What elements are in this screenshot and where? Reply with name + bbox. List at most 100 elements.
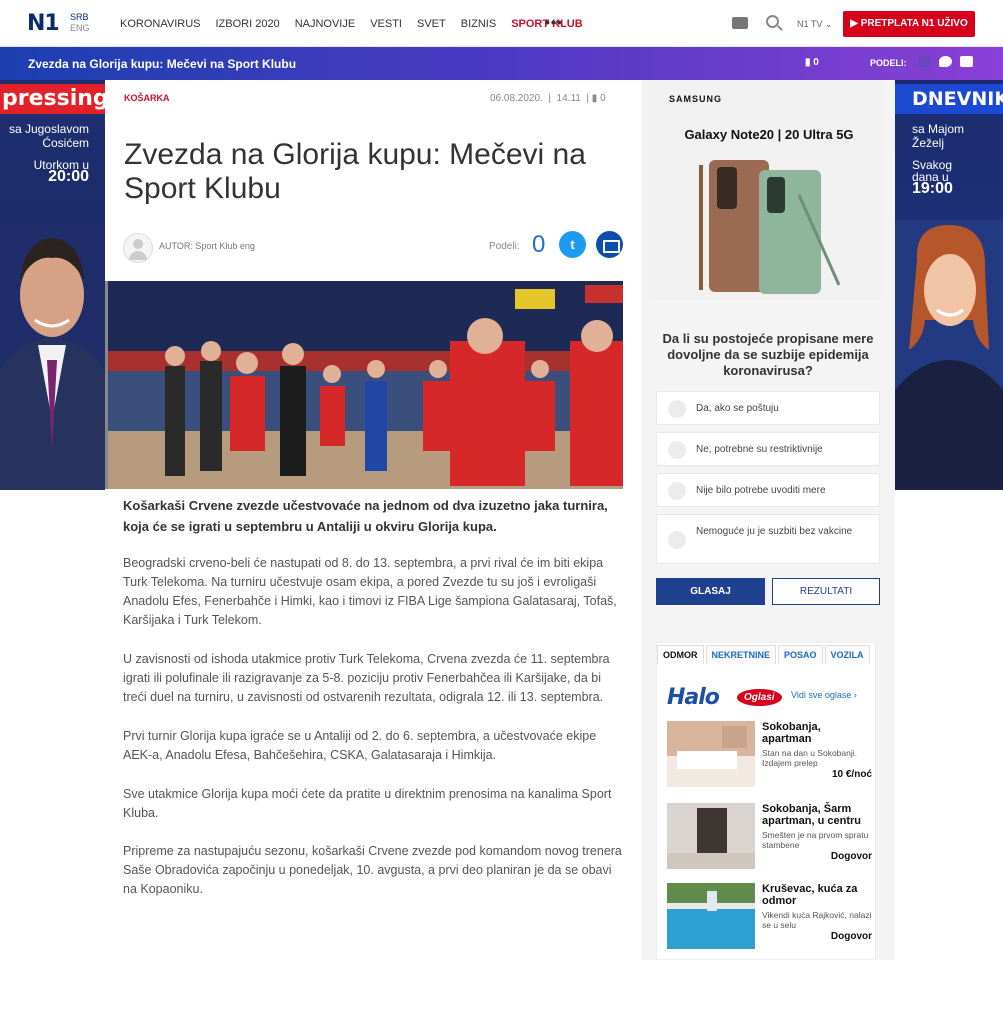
twitter-icon[interactable] bbox=[939, 56, 952, 67]
samsung-product-name: Galaxy Note20 | 20 Ultra 5G bbox=[684, 127, 854, 142]
article-paragraph: Pripreme za nastupajuću sezonu, košarkaš… bbox=[123, 844, 622, 896]
article-category[interactable]: KOŠARKA bbox=[124, 93, 170, 103]
nav-item-koronavirus[interactable]: KORONAVIRUS bbox=[120, 18, 200, 30]
ad-right-host-line2: Žeželj bbox=[912, 136, 945, 150]
classified-thumbnail bbox=[667, 883, 755, 949]
radio-button[interactable] bbox=[668, 400, 686, 418]
n1-tv-dropdown[interactable]: N1 TV ⌄ bbox=[797, 19, 832, 30]
classified-item[interactable]: Sokobanja, apartman Stan na dan u Sokoba… bbox=[667, 721, 872, 793]
dnevnik-logo: DNEVNIK bbox=[895, 84, 1003, 114]
see-all-ads-link[interactable]: Vidi sve oglase › bbox=[791, 690, 857, 700]
lang-active: SRB bbox=[70, 12, 89, 22]
poll-option-label: Ne, potrebne su restriktivnije bbox=[696, 444, 823, 455]
nav-item-biznis[interactable]: BIZNIS bbox=[461, 18, 496, 30]
pressing-logo: pressing bbox=[0, 84, 105, 114]
classified-thumbnail bbox=[667, 803, 755, 869]
ad-left-host-line1: sa Jugoslavom bbox=[8, 122, 89, 136]
classified-item[interactable]: Kruševac, kuća za odmor Vikendi kuća Raj… bbox=[667, 883, 872, 955]
sticky-title-bar: Zvezda na Glorija kupu: Mečevi na Sport … bbox=[0, 47, 1003, 80]
classified-price: 10 €/noć bbox=[831, 769, 872, 780]
samsung-logo: SAMSUNG bbox=[669, 94, 723, 104]
left-side-ad-pressing[interactable]: pressing sa Jugoslavom Ćosićem Utorkom u… bbox=[0, 80, 105, 490]
n1-logo[interactable]: N1 bbox=[27, 11, 60, 36]
phone-image bbox=[699, 160, 841, 294]
article-author[interactable]: AUTOR: Sport Klub eng bbox=[159, 241, 255, 251]
twitter-share-button[interactable]: t bbox=[559, 231, 586, 258]
main-menu: KORONAVIRUS IZBORI 2020 NAJNOVIJE VESTI … bbox=[120, 18, 598, 30]
presenter-image-left bbox=[0, 220, 105, 490]
poll-question: Da li su postojeće propisane mere dovolj… bbox=[662, 331, 874, 378]
article: KOŠARKA 06.08.2020. | 14.11 | ▮ 0 Zvezda… bbox=[105, 80, 641, 960]
comment-icon: ▮ bbox=[591, 93, 598, 104]
poll-option[interactable]: Nemoguće ju je suzbiti bez vakcine bbox=[656, 514, 880, 564]
poll-option-label: Da, ako se poštuju bbox=[696, 403, 779, 414]
article-date: 06.08.2020. bbox=[490, 93, 543, 104]
presenter-image-right bbox=[895, 220, 1003, 490]
article-photo[interactable] bbox=[105, 281, 623, 489]
results-button[interactable]: REZULTATI bbox=[772, 578, 880, 605]
oglasi-badge: Oglasi bbox=[737, 689, 782, 706]
ad-right-time: 19:00 bbox=[912, 180, 953, 197]
tab-vozila[interactable]: VOZILA bbox=[824, 645, 870, 664]
classifieds-tabs: ODMOR NEKRETNINE POSAO VOZILA bbox=[657, 645, 872, 664]
samsung-ad[interactable]: SAMSUNG Galaxy Note20 | 20 Ultra 5G bbox=[649, 80, 881, 300]
ad-left-host-line2: Ćosićem bbox=[42, 136, 89, 150]
right-sidebar: SAMSUNG Galaxy Note20 | 20 Ultra 5G Da l… bbox=[641, 80, 895, 960]
tab-posao[interactable]: POSAO bbox=[778, 645, 823, 664]
nav-item-svet[interactable]: SVET bbox=[417, 18, 446, 30]
comments-count[interactable]: ▮ 0 bbox=[805, 57, 819, 68]
radio-button[interactable] bbox=[668, 482, 686, 500]
ad-right-host-line1: sa Majom bbox=[912, 122, 965, 136]
article-paragraph: Sve utakmice Glorija kupa moći ćete da p… bbox=[123, 787, 612, 820]
classified-item[interactable]: Sokobanja, Šarm apartman, u centru Smešt… bbox=[667, 803, 872, 875]
search-icon[interactable] bbox=[766, 15, 779, 28]
tab-odmor[interactable]: ODMOR bbox=[657, 645, 704, 664]
vote-button[interactable]: GLASAJ bbox=[656, 578, 765, 605]
tab-nekretnine[interactable]: NEKRETNINE bbox=[705, 645, 777, 664]
classified-price: Dogovor bbox=[830, 931, 872, 942]
mail-share-button[interactable] bbox=[596, 231, 623, 258]
nav-item-izbori[interactable]: IZBORI 2020 bbox=[215, 18, 279, 30]
article-comments[interactable]: 0 bbox=[600, 93, 606, 104]
sticky-article-title: Zvezda na Glorija kupu: Mečevi na Sport … bbox=[28, 57, 297, 71]
video-camera-icon[interactable] bbox=[732, 17, 748, 29]
radio-button[interactable] bbox=[668, 531, 686, 549]
poll-option[interactable]: Ne, potrebne su restriktivnije bbox=[656, 432, 880, 466]
article-paragraph: Prvi turnir Glorija kupa igraće se u Ant… bbox=[123, 729, 597, 762]
share-icons bbox=[918, 56, 973, 67]
nav-item-najnovije[interactable]: NAJNOVIJE bbox=[295, 18, 356, 30]
article-paragraph: Beogradski crveno-beli će nastupati od 8… bbox=[123, 556, 617, 627]
nav-item-vesti[interactable]: VESTI bbox=[370, 18, 402, 30]
article-meta: 06.08.2020. | 14.11 | ▮ 0 bbox=[490, 93, 606, 104]
classified-description: Vikendi kuća Rajković, nalazi se u selu bbox=[762, 910, 872, 930]
radio-button[interactable] bbox=[668, 441, 686, 459]
classified-title: Sokobanja, Šarm apartman, u centru bbox=[762, 803, 862, 827]
n1-tv-label: N1 TV bbox=[797, 19, 823, 29]
article-time: 14.11 bbox=[556, 93, 581, 104]
subscribe-live-button[interactable]: ▶ PRETPLATA N1 UŽIVO bbox=[843, 11, 975, 37]
share-label: Podeli: bbox=[489, 241, 520, 252]
poll-option-label: Nije bilo potrebe uvoditi mere bbox=[696, 485, 826, 496]
halo-oglasi-logo[interactable]: Halo bbox=[667, 685, 720, 710]
poll-option[interactable]: Nije bilo potrebe uvoditi mere bbox=[656, 473, 880, 507]
share-label: PODELI: bbox=[870, 58, 907, 68]
poll-option-label: Nemoguće ju je suzbiti bez vakcine bbox=[696, 526, 853, 537]
classified-description: Smešten je na prvom spratu stambene bbox=[762, 830, 869, 850]
classified-price: Dogovor bbox=[830, 851, 872, 862]
ad-left-time: 20:00 bbox=[48, 168, 89, 185]
mail-icon[interactable] bbox=[960, 56, 973, 67]
classified-thumbnail bbox=[667, 721, 755, 787]
share-count: 0 bbox=[532, 231, 546, 258]
lang-other[interactable]: ENG bbox=[70, 23, 90, 34]
comments-count-value: 0 bbox=[813, 57, 819, 68]
poll-option[interactable]: Da, ako se poštuju bbox=[656, 391, 880, 425]
top-navigation: N1 SRB ENG KORONAVIRUS IZBORI 2020 NAJNO… bbox=[0, 0, 1003, 47]
classified-title: Kruševac, kuća za odmor bbox=[762, 883, 858, 907]
article-lead: Košarkaši Crvene zvezde učestvovaće na j… bbox=[123, 498, 608, 534]
classifieds-widget: ODMOR NEKRETNINE POSAO VOZILA Halo Oglas… bbox=[656, 642, 876, 960]
more-menu-icon[interactable]: ••• bbox=[545, 14, 563, 30]
language-switcher[interactable]: SRB ENG bbox=[70, 12, 90, 34]
classified-description: Stan na dan u Sokobanji. Izdajem prelep bbox=[762, 748, 857, 768]
right-side-ad-dnevnik[interactable]: DNEVNIK sa Majom Žeželj Svakog dana u 19… bbox=[895, 80, 1003, 490]
facebook-icon[interactable] bbox=[918, 56, 931, 67]
